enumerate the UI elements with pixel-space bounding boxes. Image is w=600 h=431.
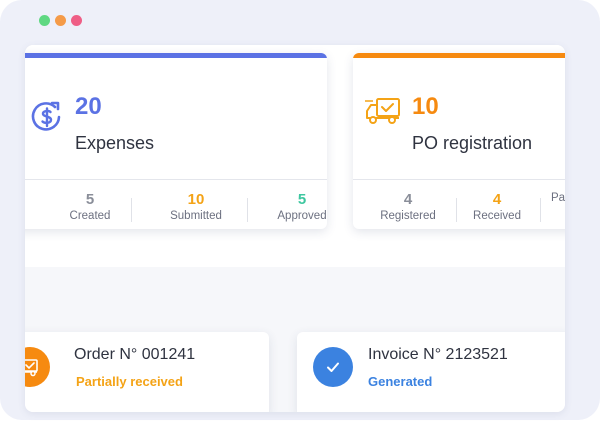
expenses-submitted-value: 10 xyxy=(187,191,205,208)
stat-separator xyxy=(247,198,248,222)
invoice-title: Invoice N° 2123521 xyxy=(368,346,508,363)
expenses-created-value: 5 xyxy=(85,191,95,208)
stat-separator xyxy=(131,198,132,222)
expenses-submitted-label: Submitted xyxy=(170,210,222,222)
po-received-value: 4 xyxy=(492,191,502,208)
po-stat-registered[interactable]: 4 Registered xyxy=(368,191,448,223)
po-registration-card[interactable]: 10 PO registration 4 Registered 4 Receiv… xyxy=(353,53,565,229)
order-status: Partially received xyxy=(76,374,183,389)
po-stat-partial[interactable]: Pa xyxy=(551,191,565,205)
expenses-stat-created[interactable]: 5 Created xyxy=(50,191,130,223)
expenses-count: 20 xyxy=(75,93,102,120)
truck-icon xyxy=(25,358,43,383)
expenses-approved-label: Approved xyxy=(277,210,327,222)
dashboard-window: 20 Expenses 5 Created 10 Submitted 5 App… xyxy=(25,45,565,412)
window-control-green[interactable] xyxy=(39,15,50,26)
expenses-card[interactable]: 20 Expenses 5 Created 10 Submitted 5 App… xyxy=(25,53,327,229)
app-frame: 20 Expenses 5 Created 10 Submitted 5 App… xyxy=(0,0,600,420)
order-card[interactable]: Order N° 001241 Partially received xyxy=(25,332,269,412)
window-control-orange[interactable] xyxy=(55,15,66,26)
window-controls xyxy=(39,15,82,26)
po-stat-received[interactable]: 4 Received xyxy=(457,191,537,223)
po-partial-label: Pa xyxy=(551,192,565,204)
check-icon xyxy=(325,359,341,380)
delivery-truck-icon xyxy=(365,95,403,132)
po-count: 10 xyxy=(412,93,439,120)
expenses-stat-approved[interactable]: 5 Approved xyxy=(262,191,327,223)
po-title: PO registration xyxy=(412,133,533,153)
expenses-created-label: Created xyxy=(69,210,111,222)
stat-separator xyxy=(540,198,541,222)
invoice-card[interactable]: Invoice N° 2123521 Generated xyxy=(297,332,565,412)
expenses-approved-value: 5 xyxy=(297,191,307,208)
window-control-pink[interactable] xyxy=(71,15,82,26)
expenses-stat-submitted[interactable]: 10 Submitted xyxy=(156,191,236,223)
po-registered-value: 4 xyxy=(403,191,413,208)
po-registered-label: Registered xyxy=(380,210,436,222)
invoice-status: Generated xyxy=(368,374,433,389)
expenses-title: Expenses xyxy=(75,133,155,153)
expenses-accent-bar xyxy=(25,53,327,58)
expenses-divider xyxy=(25,179,327,180)
po-received-label: Received xyxy=(473,210,521,222)
po-accent-bar xyxy=(353,53,565,58)
po-divider xyxy=(353,179,565,180)
dollar-refresh-icon xyxy=(29,99,65,140)
order-title: Order N° 001241 xyxy=(74,346,196,363)
